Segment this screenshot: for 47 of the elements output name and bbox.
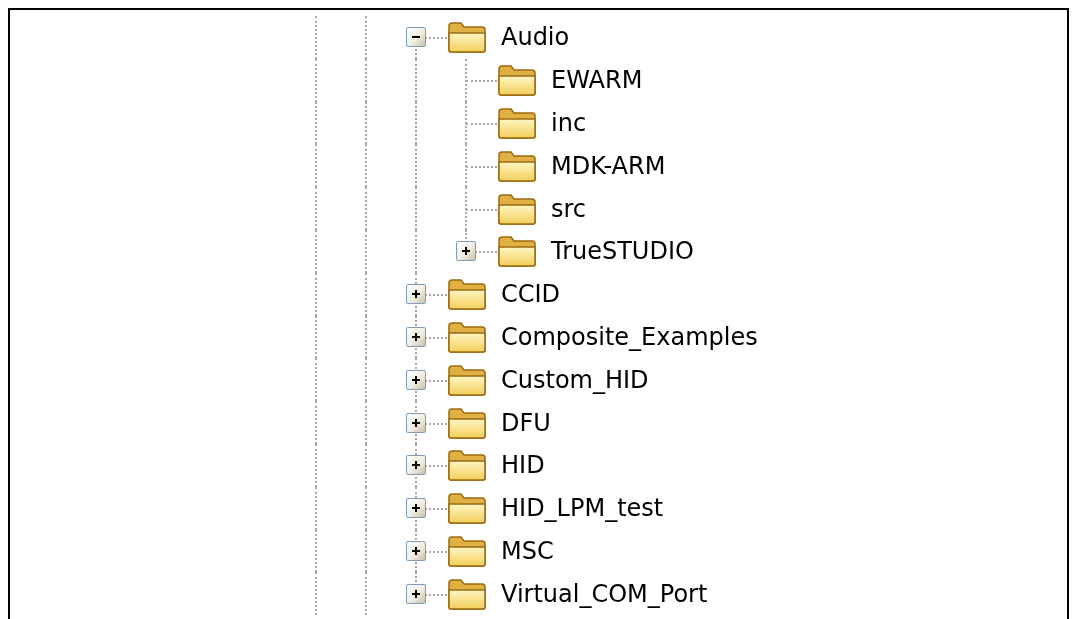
folder-icon xyxy=(447,491,487,526)
folder-icon xyxy=(497,191,537,226)
expand-toggle[interactable] xyxy=(406,540,426,561)
folder-name[interactable]: Virtual_COM_Port xyxy=(501,579,708,608)
expand-toggle[interactable] xyxy=(406,284,426,305)
folder-name[interactable]: inc xyxy=(551,109,587,137)
plus-icon xyxy=(411,588,421,599)
folder-name[interactable]: DFU xyxy=(501,408,551,437)
plus-icon xyxy=(411,417,421,428)
folder-icon xyxy=(447,362,487,397)
folder-icon xyxy=(447,405,487,440)
folder-icon xyxy=(447,319,487,354)
folder-icon xyxy=(497,106,537,140)
plus-icon xyxy=(411,545,421,556)
folder-icon xyxy=(447,576,487,611)
folder-icon xyxy=(497,234,537,269)
plus-icon xyxy=(461,246,471,257)
folder-icon xyxy=(447,448,487,483)
expand-toggle[interactable] xyxy=(406,369,426,390)
plus-icon xyxy=(411,331,421,342)
expand-toggle[interactable] xyxy=(406,498,426,519)
folder-name[interactable]: EWARM xyxy=(551,66,643,95)
expand-toggle[interactable] xyxy=(406,583,426,604)
folder-icon xyxy=(497,63,537,98)
folder-name[interactable]: src xyxy=(551,194,587,223)
expand-toggle[interactable] xyxy=(406,326,426,347)
folder-name[interactable]: Composite_Examples xyxy=(501,322,758,351)
folder-name[interactable]: TrueSTUDIO xyxy=(551,237,694,266)
expand-toggle[interactable] xyxy=(406,455,426,476)
folder-icon xyxy=(497,148,537,183)
folder-icon xyxy=(447,277,487,312)
folder-icon xyxy=(447,20,487,55)
folder-name[interactable]: MSC xyxy=(501,536,554,565)
plus-icon xyxy=(411,289,421,300)
plus-icon xyxy=(411,460,421,471)
collapse-toggle[interactable] xyxy=(406,27,426,48)
folder-name[interactable]: Custom_HID xyxy=(501,365,649,394)
folder-name[interactable]: HID xyxy=(501,451,545,480)
plus-icon xyxy=(411,503,421,514)
folder-name[interactable]: HID_LPM_test xyxy=(501,494,664,523)
expand-toggle[interactable] xyxy=(456,241,476,262)
expand-toggle[interactable] xyxy=(406,412,426,433)
folder-name[interactable]: CCID xyxy=(501,280,561,309)
folder-name[interactable]: Audio xyxy=(501,23,570,52)
folder-icon xyxy=(447,533,487,568)
plus-icon xyxy=(411,374,421,385)
folder-name[interactable]: MDK-ARM xyxy=(551,151,666,180)
